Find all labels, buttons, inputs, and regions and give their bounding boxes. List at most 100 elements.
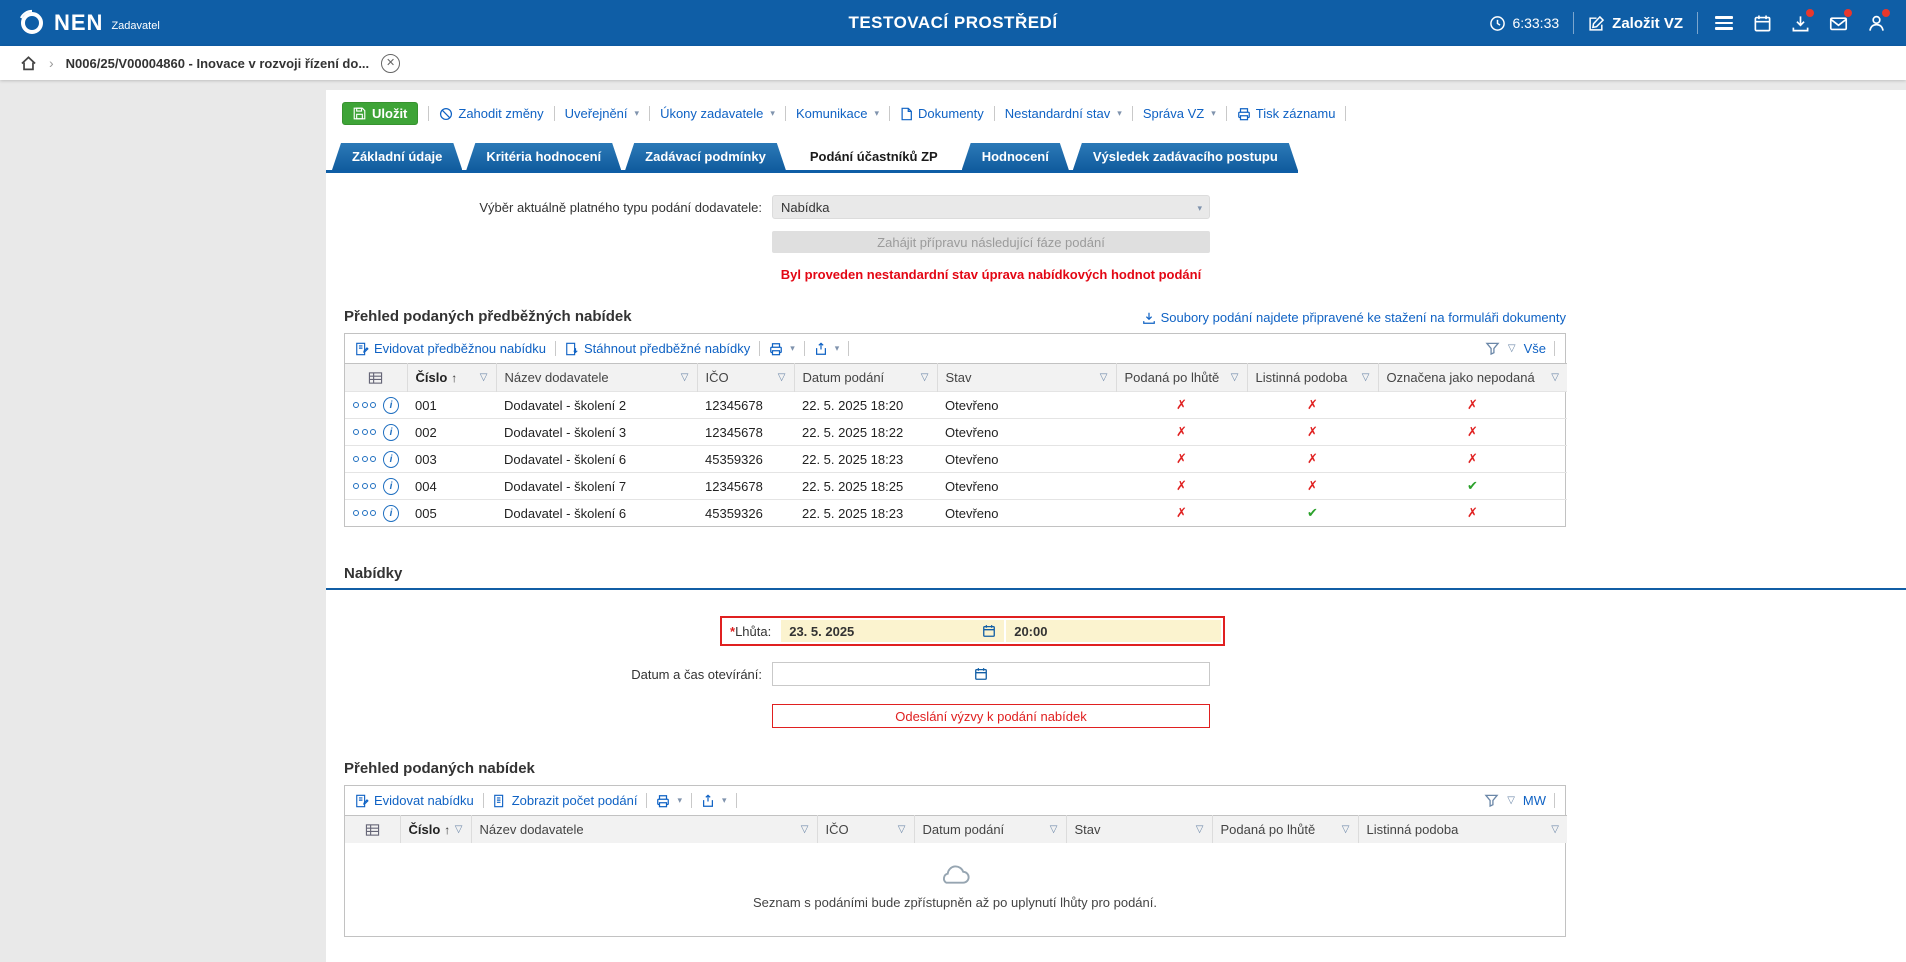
discard-changes-link[interactable]: Zahodit změny: [439, 106, 543, 121]
vz-admin-menu[interactable]: Správa VZ▾: [1143, 106, 1216, 121]
table-row[interactable]: i 005 Dodavatel - školení 6 45359326 22.…: [345, 500, 1567, 527]
column-header-stav[interactable]: Stav▽: [937, 364, 1116, 392]
profile-button[interactable]: [1864, 11, 1888, 35]
tab-podani-ucastniku-zp[interactable]: Podání účastníků ZP: [790, 143, 958, 170]
documents-link[interactable]: Dokumenty: [900, 106, 984, 121]
info-icon[interactable]: i: [383, 424, 399, 441]
info-icon[interactable]: i: [383, 451, 399, 468]
column-header-datum-podani[interactable]: Datum podání▽: [794, 364, 937, 392]
column-header-nazev-dodavatele[interactable]: Název dodavatele▽: [471, 816, 817, 844]
filter-funnel-icon[interactable]: [1484, 793, 1499, 808]
column-header-stav[interactable]: Stav▽: [1066, 816, 1212, 844]
send-call-for-offers-button[interactable]: Odeslání výzvy k podání nabídek: [772, 704, 1210, 728]
column-filter-icon[interactable]: ▽: [480, 372, 488, 383]
column-settings-header[interactable]: [345, 364, 407, 392]
cell-status: Otevřeno: [937, 419, 1116, 446]
save-button[interactable]: Uložit: [342, 102, 418, 125]
calendar-icon[interactable]: [974, 667, 988, 681]
tab-hodnoceni[interactable]: Hodnocení: [962, 143, 1069, 170]
offers-empty-state: Seznam s podáními bude zpřístupněn až po…: [345, 843, 1565, 936]
messages-button[interactable]: [1826, 11, 1850, 35]
column-filter-icon[interactable]: ▽: [1231, 372, 1239, 383]
print-table-button[interactable]: ▾: [769, 342, 795, 356]
filter-view-mw-link[interactable]: MW: [1523, 793, 1546, 808]
table-row[interactable]: i 003 Dodavatel - školení 6 45359326 22.…: [345, 446, 1567, 473]
start-next-phase-button[interactable]: Zahájit přípravu následující fáze podání: [772, 231, 1210, 253]
breadcrumb-item[interactable]: N006/25/V00004860 - Inovace v rozvoji ří…: [66, 56, 369, 71]
print-record-link[interactable]: Tisk záznamu: [1237, 106, 1336, 121]
info-icon[interactable]: i: [383, 505, 399, 522]
publish-menu[interactable]: Uveřejnění▾: [565, 106, 639, 121]
row-actions-button[interactable]: [353, 429, 376, 435]
column-header-cislo[interactable]: Číslo↑▽: [407, 364, 496, 392]
table-row[interactable]: i 002 Dodavatel - školení 3 12345678 22.…: [345, 419, 1567, 446]
column-filter-icon[interactable]: ▽: [1551, 824, 1559, 835]
export-table-button[interactable]: ▾: [814, 342, 840, 356]
column-filter-icon[interactable]: ▽: [801, 824, 809, 835]
column-filter-icon[interactable]: ▽: [1551, 372, 1559, 383]
tab-zakladni-udaje[interactable]: Základní údaje: [332, 143, 462, 170]
register-offer-link[interactable]: Evidovat nabídku: [355, 793, 474, 808]
table-row[interactable]: i 004 Dodavatel - školení 7 12345678 22.…: [345, 473, 1567, 500]
filter-view-all-link[interactable]: Vše: [1524, 341, 1546, 356]
column-filter-icon[interactable]: ▽: [898, 824, 906, 835]
column-settings-header[interactable]: [345, 816, 400, 844]
column-header-podana-po-lhute[interactable]: Podaná po lhůtě▽: [1212, 816, 1358, 844]
submission-type-select[interactable]: Nabídka ▾: [772, 195, 1210, 219]
opening-datetime-field[interactable]: [772, 662, 1210, 686]
column-header-listinna-podoba[interactable]: Listinná podoba▽: [1247, 364, 1378, 392]
table-row[interactable]: i 001 Dodavatel - školení 2 12345678 22.…: [345, 392, 1567, 419]
home-icon[interactable]: [20, 55, 37, 72]
info-icon[interactable]: i: [383, 397, 399, 414]
menu-button[interactable]: [1712, 11, 1736, 35]
column-filter-icon[interactable]: ▽: [1100, 372, 1108, 383]
column-filter-icon[interactable]: ▽: [681, 372, 689, 383]
row-actions-button[interactable]: [353, 510, 376, 516]
submission-files-link[interactable]: Soubory podání najdete připravené ke sta…: [1142, 310, 1566, 325]
tab-kriteria-hodnoceni[interactable]: Kritéria hodnocení: [466, 143, 621, 170]
row-actions-button[interactable]: [353, 402, 376, 408]
deadline-date-field[interactable]: 23. 5. 2025: [781, 620, 1004, 642]
tab-vysledek-zadavaciho-postupu[interactable]: Výsledek zadávacího postupu: [1073, 143, 1298, 170]
column-header-podana-po-lhute[interactable]: Podaná po lhůtě▽: [1116, 364, 1247, 392]
row-actions-button[interactable]: [353, 456, 376, 462]
downloads-button[interactable]: [1788, 11, 1812, 35]
download-prelim-offers-link[interactable]: Stáhnout předběžné nabídky: [565, 341, 750, 356]
info-icon[interactable]: i: [383, 478, 399, 495]
filter-funnel-icon[interactable]: [1485, 341, 1500, 356]
calendar-icon[interactable]: [982, 624, 996, 638]
column-filter-icon[interactable]: ▽: [1342, 824, 1350, 835]
column-filter-icon[interactable]: ▽: [778, 372, 786, 383]
communication-menu[interactable]: Komunikace▾: [796, 106, 879, 121]
create-vz-button[interactable]: Založit VZ: [1588, 15, 1683, 32]
export-table-button[interactable]: ▾: [701, 794, 727, 808]
column-filter-icon[interactable]: ▽: [1050, 824, 1058, 835]
column-header-nazev-dodavatele[interactable]: Název dodavatele▽: [496, 364, 697, 392]
record-toolbar: Uložit Zahodit změny Uveřejnění▾ Úkony z…: [326, 90, 1906, 135]
tab-zadavaci-podminky[interactable]: Zadávací podmínky: [625, 143, 786, 170]
column-filter-icon[interactable]: ▽: [1196, 824, 1204, 835]
filter-dropdown-icon[interactable]: ▽: [1508, 343, 1516, 354]
nen-brand[interactable]: NEN Zadavatel: [18, 9, 160, 37]
nonstandard-state-menu[interactable]: Nestandardní stav▾: [1005, 106, 1122, 121]
column-filter-icon[interactable]: ▽: [921, 372, 929, 383]
close-record-icon[interactable]: ✕: [381, 54, 400, 73]
row-actions-button[interactable]: [353, 483, 376, 489]
column-header-ico[interactable]: IČO▽: [817, 816, 914, 844]
record-panel: Uložit Zahodit změny Uveřejnění▾ Úkony z…: [326, 90, 1906, 962]
contracting-actions-menu[interactable]: Úkony zadavatele▾: [660, 106, 775, 121]
column-header-datum-podani[interactable]: Datum podání▽: [914, 816, 1066, 844]
column-header-listinna-podoba[interactable]: Listinná podoba▽: [1358, 816, 1567, 844]
column-filter-icon[interactable]: ▽: [1362, 372, 1370, 383]
column-header-ico[interactable]: IČO▽: [697, 364, 794, 392]
show-submission-count-link[interactable]: Zobrazit počet podání: [493, 793, 638, 808]
print-table-button[interactable]: ▾: [656, 794, 682, 808]
filter-dropdown-icon[interactable]: ▽: [1507, 795, 1515, 806]
calendar-button[interactable]: [1750, 11, 1774, 35]
column-header-oznacena-jako-nepodana[interactable]: Označena jako nepodaná▽: [1378, 364, 1567, 392]
register-prelim-offer-link[interactable]: Evidovat předběžnou nabídku: [355, 341, 546, 356]
column-header-cislo[interactable]: Číslo↑▽: [400, 816, 471, 844]
prelim-table-box: Evidovat předběžnou nabídku Stáhnout pře…: [344, 333, 1566, 527]
deadline-time-field[interactable]: 20:00: [1006, 620, 1221, 642]
column-filter-icon[interactable]: ▽: [455, 824, 463, 835]
